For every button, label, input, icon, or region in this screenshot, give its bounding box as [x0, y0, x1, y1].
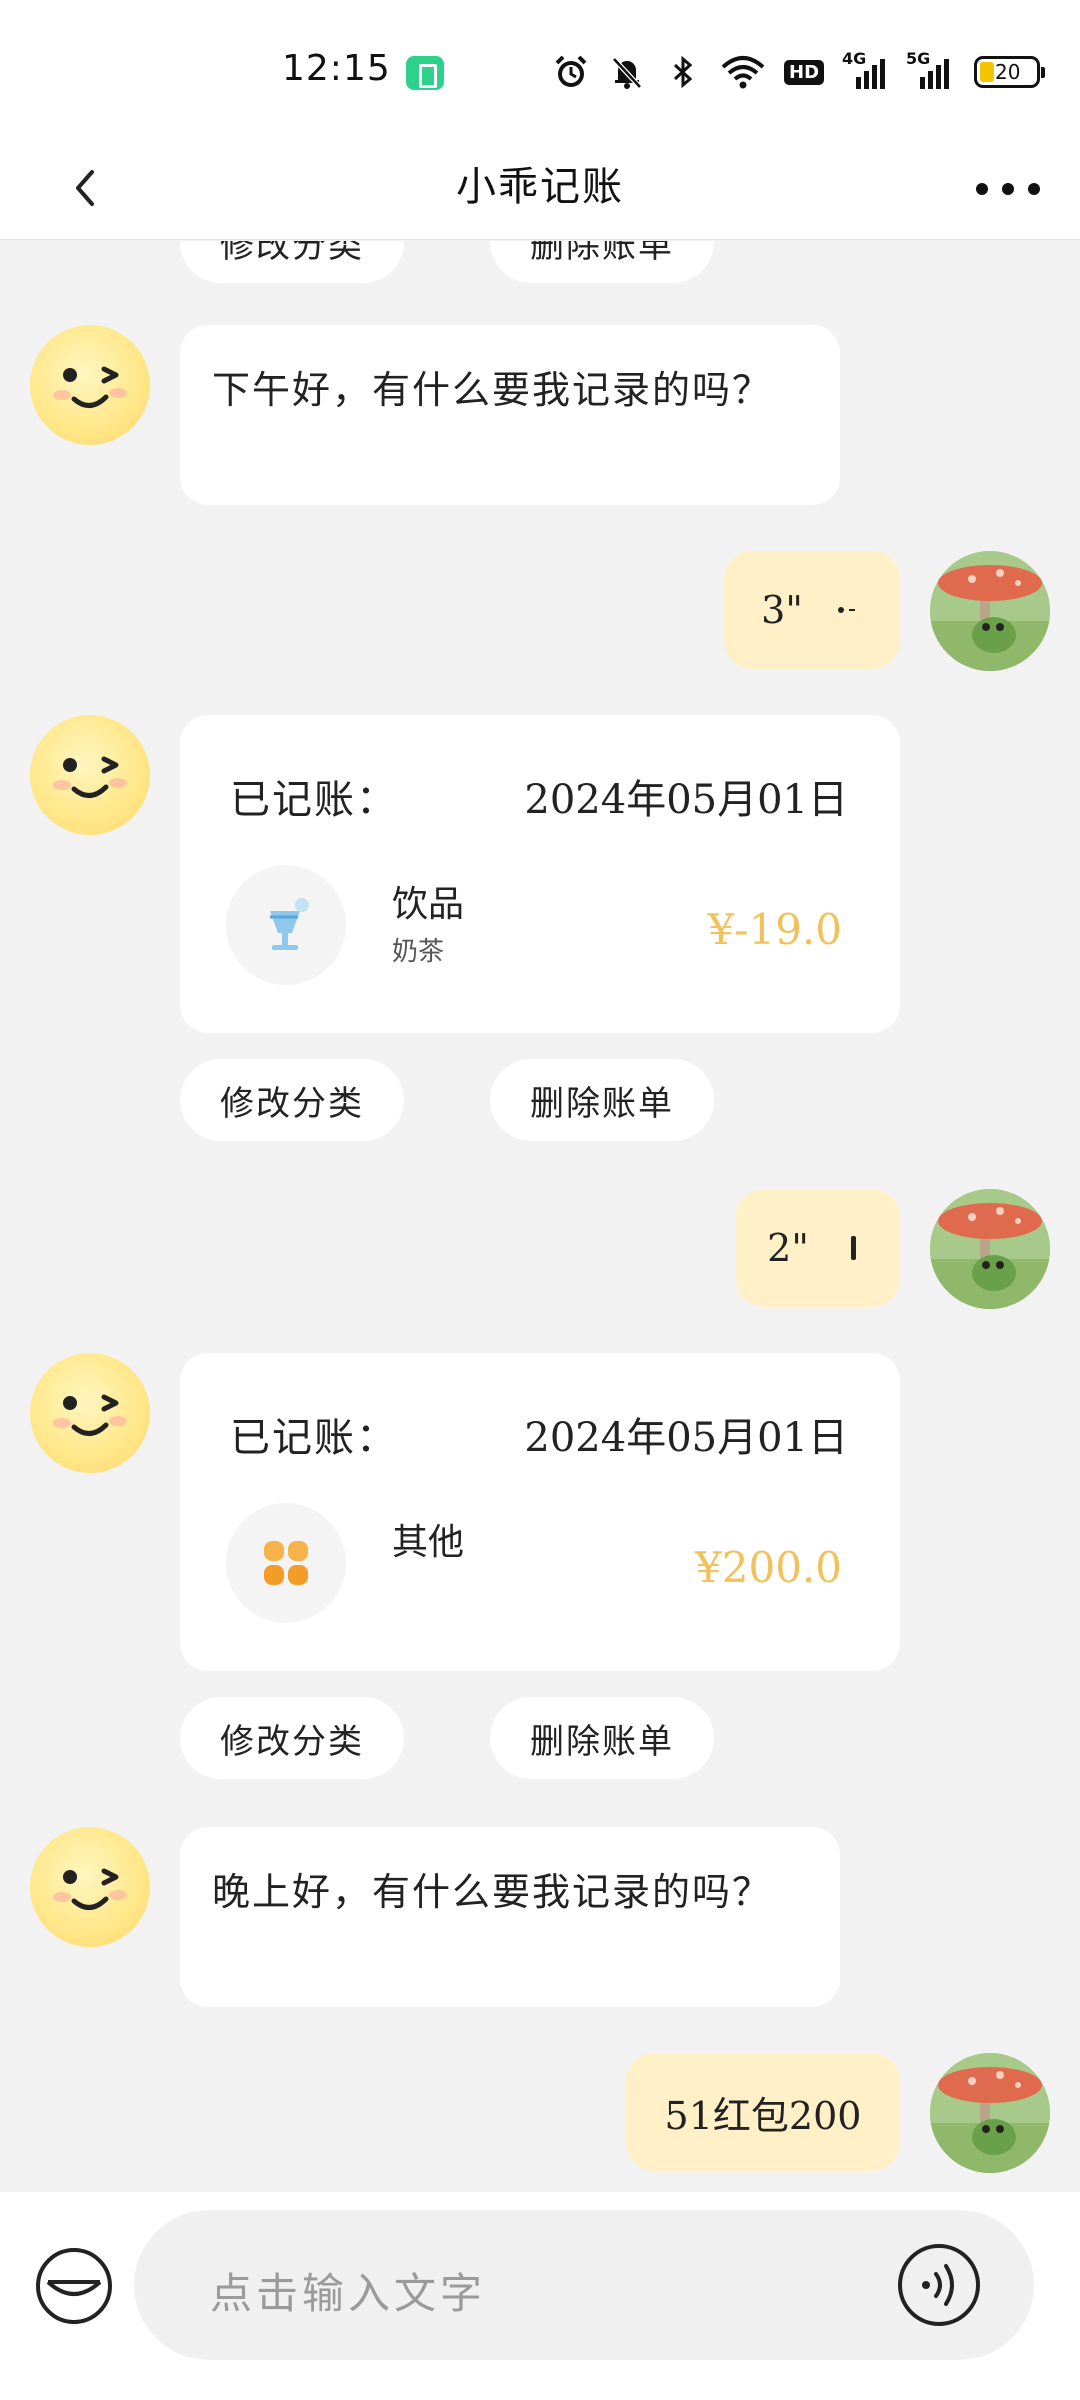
- record-label: 已记账：: [230, 1415, 398, 1461]
- record-label: 已记账：: [230, 777, 398, 823]
- bot-avatar: [30, 1353, 150, 1473]
- bot-message: 晚上好，有什么要我记录的吗？: [180, 1827, 840, 2007]
- delete-record-button[interactable]: 删除账单: [490, 241, 714, 283]
- user-voice-message[interactable]: 2": [736, 1189, 900, 1307]
- voice-input-icon[interactable]: [896, 2242, 982, 2328]
- drink-category-icon: [226, 865, 346, 985]
- battery-icon: 20: [974, 56, 1046, 88]
- bot-avatar: [30, 1827, 150, 1947]
- mute-bell-icon: [608, 53, 646, 91]
- record-card[interactable]: 已记账： 2024年05月01日 饮品 奶茶 ¥-19.0: [180, 715, 900, 1033]
- page-title: 小乖记账: [456, 164, 624, 210]
- signal-5g-icon: 5G: [906, 49, 952, 91]
- bot-avatar: [30, 325, 150, 445]
- voice-wave-icon: [837, 607, 855, 613]
- more-options-icon[interactable]: [976, 164, 1040, 214]
- bot-avatar: [30, 715, 150, 835]
- input-bar: 点击输入文字: [0, 2192, 1080, 2400]
- battery-saver-icon: [406, 56, 444, 90]
- user-text-message[interactable]: 51红包200: [626, 2053, 900, 2171]
- delete-record-button[interactable]: 删除账单: [490, 1059, 714, 1141]
- alarm-icon: [552, 53, 590, 91]
- record-note: 奶茶: [392, 937, 445, 967]
- user-avatar: [930, 2053, 1050, 2173]
- wallet-icon[interactable]: [34, 2246, 114, 2326]
- signal-4g-icon: 4G: [842, 49, 888, 91]
- chat-list[interactable]: 修改分类 删除账单 下午好，有什么要我记录的吗？ 3" 已记账： 2024年05…: [0, 241, 1080, 2191]
- record-amount: ¥200.0: [695, 1543, 842, 1592]
- other-category-icon: [226, 1503, 346, 1623]
- status-time: 12:15: [282, 48, 391, 89]
- edit-category-button[interactable]: 修改分类: [180, 1697, 404, 1779]
- user-voice-message[interactable]: 3": [724, 551, 900, 669]
- text-input[interactable]: 点击输入文字: [134, 2210, 1034, 2360]
- wifi-icon: [720, 53, 766, 91]
- record-card[interactable]: 已记账： 2024年05月01日 其他 ¥200.0: [180, 1353, 900, 1671]
- edit-category-button[interactable]: 修改分类: [180, 1059, 404, 1141]
- status-bar: 12:15 HD 4G 5G 20: [0, 0, 1080, 140]
- voice-wave-icon: [850, 1236, 856, 1260]
- record-date: 2024年05月01日: [524, 777, 848, 823]
- bluetooth-icon: [664, 53, 702, 91]
- bot-message: 下午好，有什么要我记录的吗？: [180, 325, 840, 505]
- edit-category-button[interactable]: 修改分类: [180, 241, 404, 283]
- status-icons: HD 4G 5G 20: [552, 49, 1046, 94]
- user-avatar: [930, 1189, 1050, 1309]
- user-avatar: [930, 551, 1050, 671]
- delete-record-button[interactable]: 删除账单: [490, 1697, 714, 1779]
- hd-badge: HD: [784, 59, 825, 85]
- record-category: 饮品: [392, 884, 465, 925]
- record-category: 其他: [392, 1522, 465, 1563]
- input-placeholder: 点击输入文字: [210, 2269, 487, 2318]
- record-amount: ¥-19.0: [707, 905, 842, 954]
- record-date: 2024年05月01日: [524, 1415, 848, 1461]
- app-header: 小乖记账: [0, 140, 1080, 240]
